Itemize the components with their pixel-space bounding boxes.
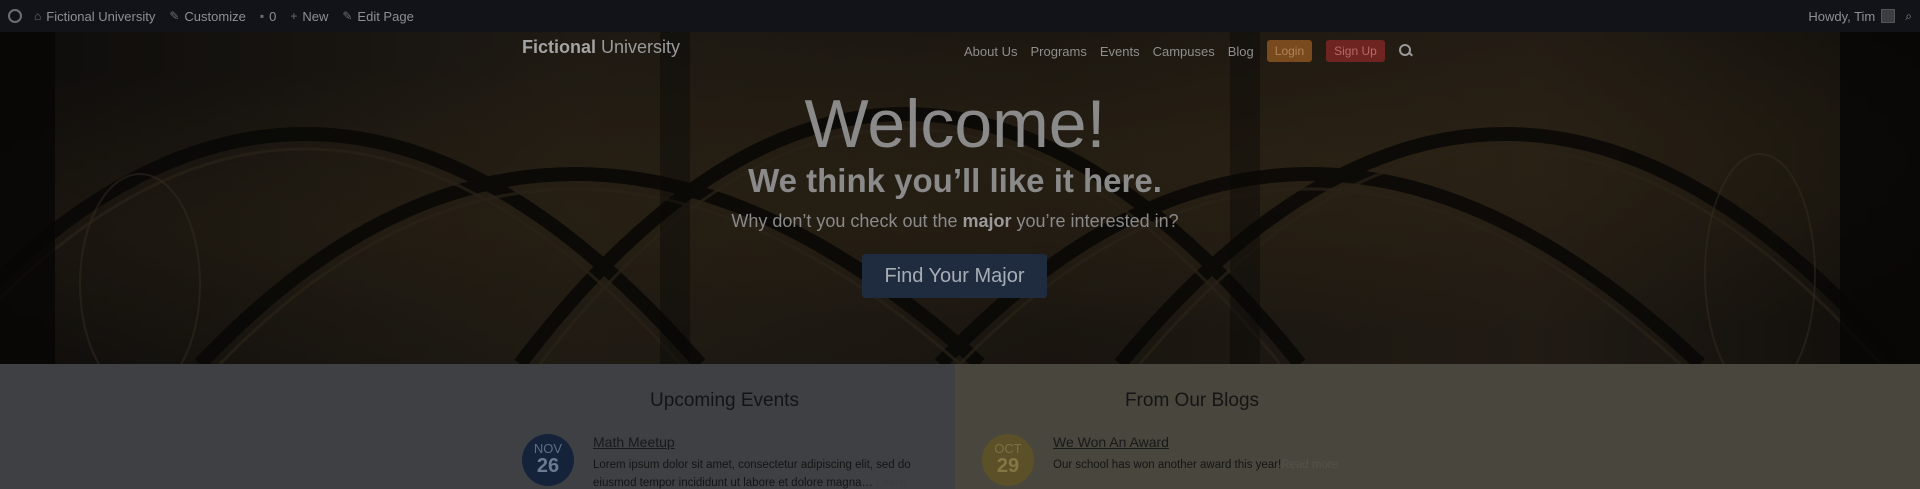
admin-customize-link[interactable]: ✎ Customize (169, 9, 245, 24)
event-date-badge[interactable]: NOV 26 (522, 434, 574, 486)
blog-body: We Won An Award Our school has won anoth… (1053, 434, 1423, 474)
event-day: 26 (536, 455, 560, 477)
nav-campuses[interactable]: Campuses (1153, 44, 1215, 59)
hero-tagline: Why don’t you check out the major you’re… (0, 211, 1910, 232)
admin-edit-page-link[interactable]: ✎ Edit Page (342, 9, 413, 24)
blog-excerpt-text: Our school has won another award this ye… (1053, 459, 1282, 471)
admin-search-icon[interactable]: ⌕ (1905, 9, 1912, 24)
nav-programs[interactable]: Programs (1030, 44, 1086, 59)
wordpress-logo-icon[interactable] (8, 9, 22, 23)
brush-icon: ✎ (169, 9, 180, 23)
event-month: NOV (533, 441, 563, 456)
admin-comments-link[interactable]: ▪ 0 (260, 9, 277, 24)
admin-site-name-link[interactable]: ⌂ Fictional University (34, 9, 155, 24)
comment-icon: ▪ (259, 9, 265, 23)
blog-item: OCT 29 We Won An Award Our school has wo… (982, 434, 1422, 489)
site-logo[interactable]: Fictional University (522, 37, 680, 58)
nav-events[interactable]: Events (1100, 44, 1140, 59)
nav-about-us[interactable]: About Us (964, 44, 1017, 59)
blog-month: OCT (994, 441, 1022, 456)
event-excerpt-text: Lorem ipsum dolor sit amet, consectetur … (593, 459, 911, 489)
blogs-title: From Our Blogs (1124, 390, 1260, 411)
search-icon[interactable] (1398, 44, 1413, 58)
main-nav: About Us Programs Events Campuses Blog L… (964, 40, 1413, 62)
tagline-bold: major (962, 211, 1012, 231)
plus-icon: + (290, 9, 298, 23)
events-title: Upcoming Events (650, 390, 799, 411)
tagline-post: you’re interested in? (1011, 211, 1179, 231)
blog-date-badge[interactable]: OCT 29 (982, 434, 1034, 486)
admin-new-link[interactable]: + New (290, 9, 328, 24)
admin-edit-page-label: Edit Page (357, 8, 414, 24)
home-icon: ⌂ (34, 9, 42, 23)
blog-title-link[interactable]: We Won An Award (1053, 434, 1423, 450)
event-body: Math Meetup Lorem ipsum dolor sit amet, … (593, 434, 953, 489)
blog-day: 29 (996, 455, 1020, 477)
admin-bar-right: Howdy, Tim ⌕ (1808, 9, 1912, 24)
find-your-major-button[interactable]: Find Your Major (862, 254, 1047, 298)
admin-bar: ⌂ Fictional University ✎ Customize ▪ 0 +… (0, 0, 1920, 32)
blog-read-more-link[interactable]: Read more (1281, 459, 1338, 471)
sign-up-button[interactable]: Sign Up (1326, 40, 1385, 62)
avatar[interactable] (1881, 9, 1896, 23)
event-excerpt: Lorem ipsum dolor sit amet, consectetur … (593, 456, 953, 489)
admin-new-label: New (302, 8, 329, 24)
tagline-pre: Why don’t you check out the (731, 211, 963, 231)
event-title-link[interactable]: Math Meetup (593, 434, 953, 450)
pencil-icon: ✎ (342, 9, 353, 23)
event-learn-more-link[interactable]: Learn (876, 477, 905, 489)
logo-rest-text: University (596, 37, 681, 57)
blog-excerpt: Our school has won another award this ye… (1053, 456, 1423, 474)
event-item: NOV 26 Math Meetup Lorem ipsum dolor sit… (522, 434, 942, 489)
admin-howdy-link[interactable]: Howdy, Tim (1808, 9, 1875, 24)
hero-headline: Welcome! (804, 86, 1106, 162)
login-button[interactable]: Login (1266, 40, 1313, 62)
admin-comments-count: 0 (269, 8, 277, 24)
admin-site-name: Fictional University (46, 8, 156, 24)
logo-bold-text: Fictional (522, 37, 597, 57)
nav-blog[interactable]: Blog (1228, 44, 1254, 59)
hero-subheadline: We think you’ll like it here. (748, 162, 1162, 199)
admin-customize-label: Customize (184, 8, 246, 24)
